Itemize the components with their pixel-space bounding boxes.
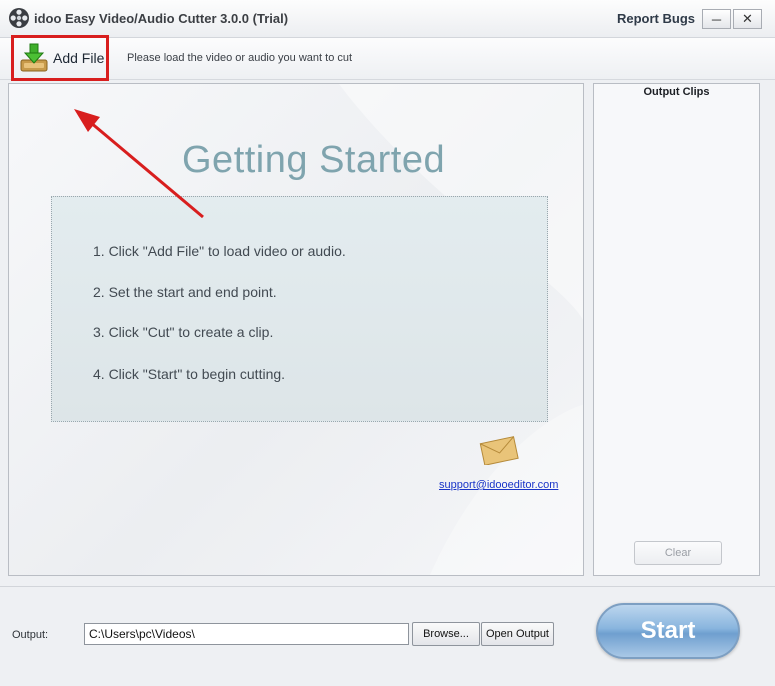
add-file-label: Add File (53, 50, 105, 66)
add-file-button[interactable]: Add File (11, 35, 109, 81)
annotation-arrow-icon (74, 109, 204, 219)
browse-button[interactable]: Browse... (412, 622, 480, 646)
step-4: 4. Click "Start" to begin cutting. (93, 366, 286, 382)
getting-started-heading: Getting Started (182, 139, 446, 181)
step-1: 1. Click "Add File" to load video or aud… (93, 243, 346, 259)
bottom-divider (0, 586, 775, 587)
toolbar (0, 38, 775, 80)
envelope-icon (479, 436, 519, 465)
open-output-button[interactable]: Open Output (481, 622, 554, 646)
close-button[interactable]: ✕ (733, 9, 762, 29)
support-email-link[interactable]: support@idooeditor.com (439, 479, 558, 491)
minimize-icon: ─ (711, 11, 722, 27)
start-button[interactable]: Start (596, 603, 740, 659)
output-path-field[interactable] (84, 623, 409, 645)
download-arrow-icon (20, 43, 48, 72)
film-reel-icon (9, 8, 29, 28)
clear-button[interactable]: Clear (634, 541, 722, 565)
output-clips-panel: Output Clips Clear (593, 83, 760, 576)
output-label: Output: (12, 629, 49, 641)
close-icon: ✕ (742, 11, 753, 26)
output-clips-title: Output Clips (643, 86, 710, 98)
step-3: 3. Click "Cut" to create a clip. (93, 324, 274, 340)
window-title: idoo Easy Video/Audio Cutter 3.0.0 (Tria… (34, 11, 289, 26)
minimize-button[interactable]: ─ (702, 9, 731, 29)
step-2: 2. Set the start and end point. (93, 284, 277, 300)
report-bugs-link[interactable]: Report Bugs (617, 11, 695, 26)
toolbar-hint: Please load the video or audio you want … (127, 52, 353, 64)
